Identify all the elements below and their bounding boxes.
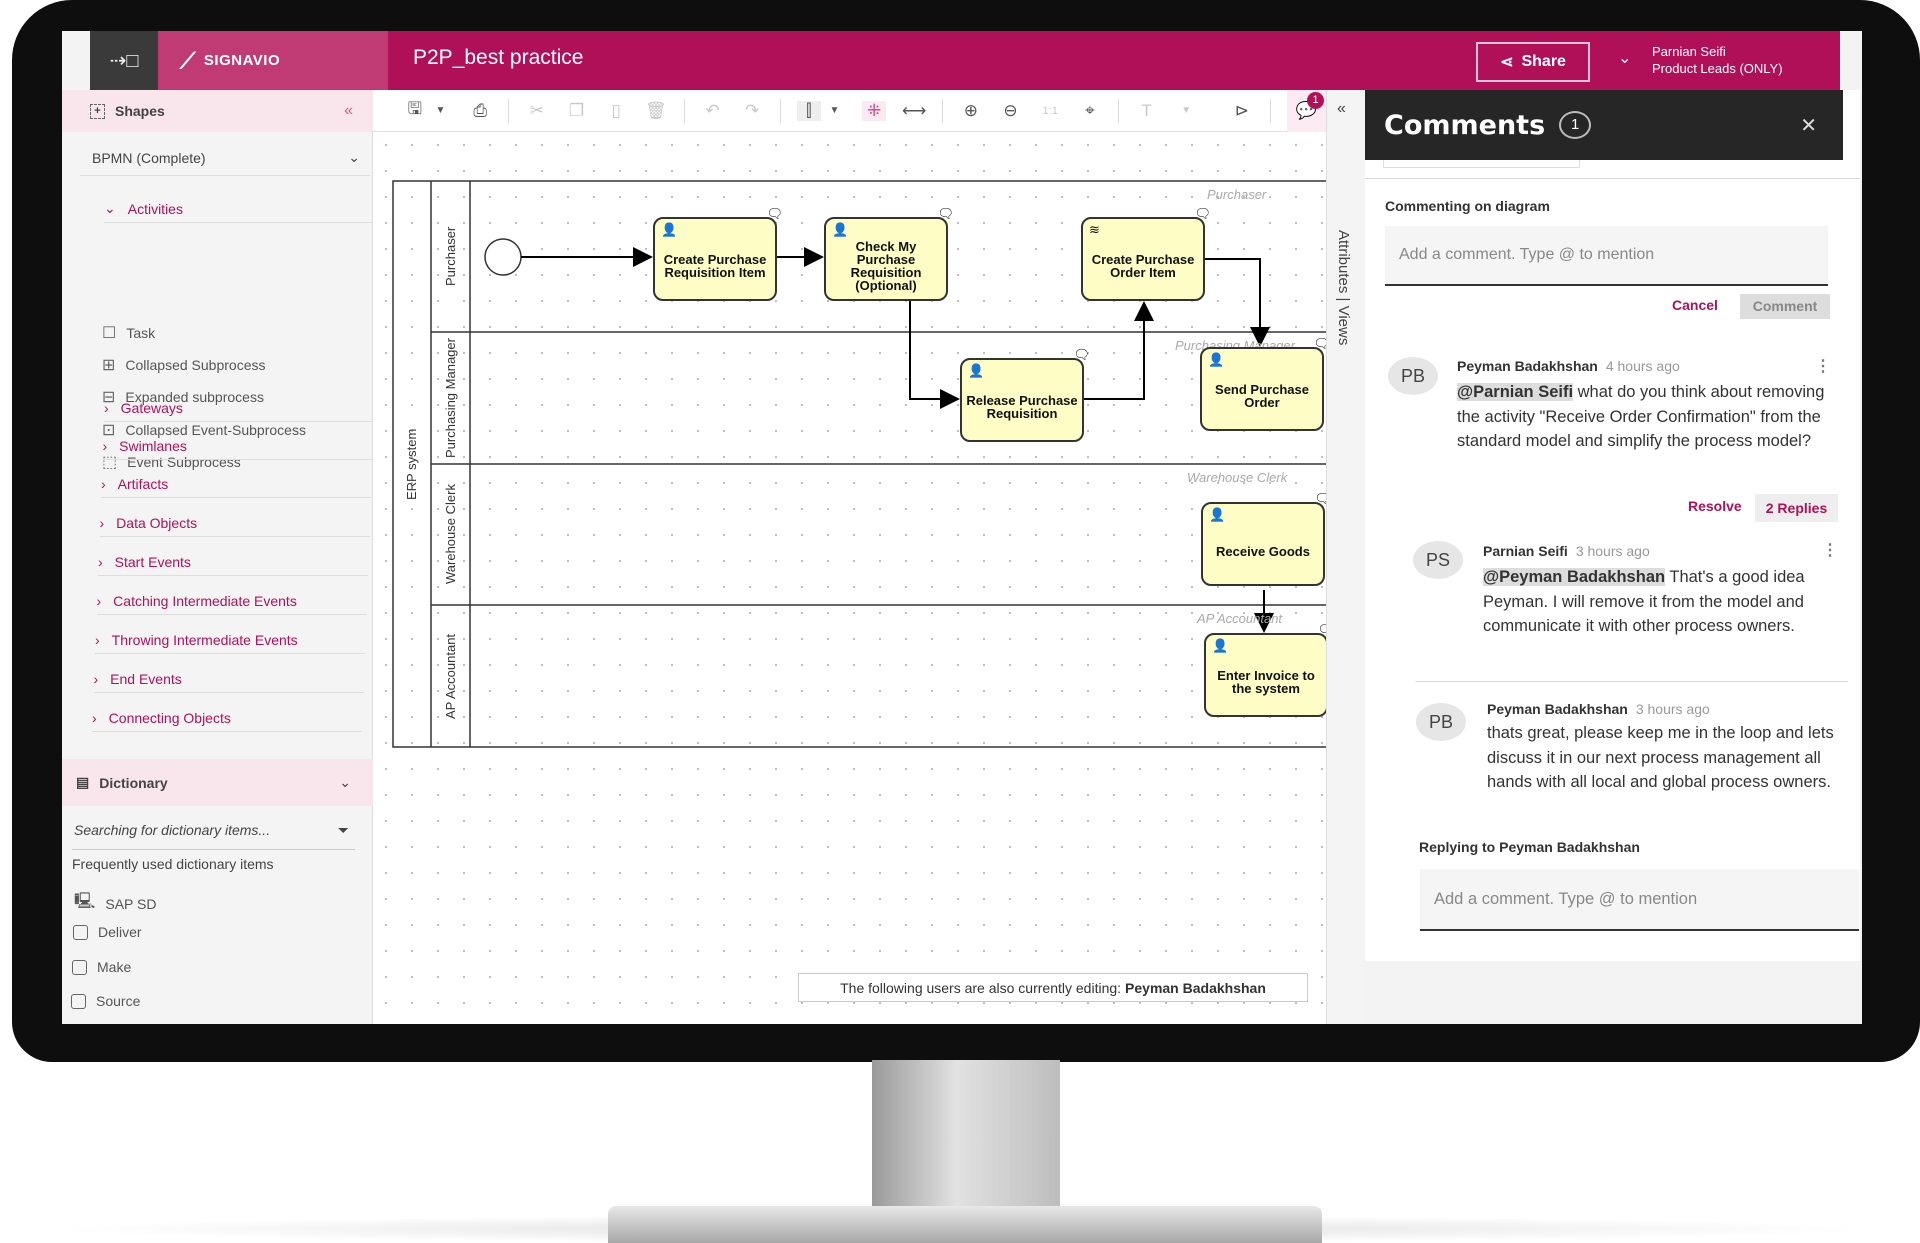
comment-time: 4 hours ago — [1605, 358, 1680, 374]
close-icon[interactable]: ✕ — [1800, 113, 1817, 138]
user-task-icon: 👤 — [832, 222, 849, 237]
lane-label: Purchaser — [443, 226, 458, 287]
comment-author: Parnian Seifi 3 hours ago — [1483, 543, 1650, 559]
divider — [1365, 178, 1860, 179]
task[interactable]: 👤 Receive Goods 🗨 — [1201, 492, 1331, 586]
comments-header: Comments 1 ✕ — [1365, 90, 1843, 160]
lane-label: AP Accountant — [443, 633, 458, 719]
comment-author: Peyman Badakhshan 4 hours ago — [1457, 358, 1680, 374]
user-task-icon: 👤 — [1208, 352, 1225, 367]
task[interactable]: 👤 Send Purchase Order 🗨 — [1200, 337, 1330, 431]
user-task-icon: 👤 — [968, 363, 985, 378]
tab-remnant — [1383, 160, 1580, 168]
replies-button[interactable]: 2 Replies — [1755, 494, 1838, 522]
divider — [1415, 681, 1848, 682]
user-task-icon: 👤 — [1212, 638, 1229, 653]
comments-count-badge: 1 — [1559, 111, 1592, 139]
lane-label: Warehouse Clerk — [443, 484, 458, 585]
avatar: PB — [1416, 703, 1466, 741]
resolve-button[interactable]: Resolve — [1688, 498, 1742, 514]
sequence-flow — [1084, 301, 1154, 400]
comment-button[interactable]: Comment — [1740, 294, 1830, 319]
comments-title: Comments — [1384, 109, 1546, 141]
comments-panel — [1365, 90, 1860, 961]
task[interactable]: 👤 Release Purchase Requisition 🗨 — [960, 348, 1090, 442]
replying-to-label: Replying to Peyman Badakhshan — [1419, 839, 1640, 855]
comment-bubble-icon[interactable]: 🗨 — [766, 207, 783, 220]
comment-author: Peyman Badakhshan 3 hours ago — [1487, 701, 1710, 717]
right-panel-tabs: « Attributes | Views — [1326, 90, 1364, 1024]
lane-ghost-label: Purchaser — [1207, 187, 1267, 202]
pool-label: ERP system — [404, 428, 419, 500]
expand-left-icon[interactable]: « — [1337, 100, 1346, 118]
user-task-icon: 👤 — [661, 222, 678, 237]
task[interactable]: 👤 Create Purchase Requisition Item 🗨 — [653, 207, 783, 301]
task[interactable]: ≋ Create Purchase Order Item 🗨 — [1081, 207, 1211, 301]
comment-bubble-icon[interactable]: 🗨 — [1194, 207, 1211, 220]
comment-text: @Parnian Seifi what do you think about r… — [1457, 383, 1825, 450]
avatar: PS — [1413, 541, 1463, 579]
comment-input[interactable]: Add a comment. Type @ to mention — [1385, 226, 1828, 286]
comment-text: thats great, please keep me in the loop … — [1487, 724, 1834, 791]
commenting-on-label: Commenting on diagram — [1385, 198, 1550, 214]
cancel-button[interactable]: Cancel — [1672, 297, 1718, 313]
attributes-views-tab[interactable]: Attributes | Views — [1335, 230, 1352, 345]
comment-bubble-icon[interactable]: 🗨 — [1073, 348, 1090, 361]
user-task-icon: 👤 — [1209, 507, 1226, 522]
more-options-icon[interactable]: ⋮ — [1822, 540, 1838, 560]
avatar: PB — [1388, 357, 1438, 395]
sequence-flow — [909, 301, 960, 409]
lane-ghost-label: Warehouse Clerk — [1187, 470, 1288, 485]
comment-text: @Peyman Badakhshan That's a good idea Pe… — [1483, 568, 1805, 635]
co-editing-status: The following users are also currently e… — [798, 973, 1308, 1002]
reply-input[interactable]: Add a comment. Type @ to mention — [1420, 869, 1859, 931]
comment-bubble-icon[interactable]: 🗨 — [937, 207, 954, 220]
task[interactable]: 👤Enter Invoice to the system🗨 — [1204, 623, 1334, 717]
start-event[interactable] — [484, 238, 522, 276]
lane-ghost-label: AP Accountant — [1197, 611, 1283, 626]
script-icon: ≋ — [1089, 222, 1100, 237]
task[interactable]: 👤 Check My Purchase Requisition (Optional… — [824, 207, 954, 301]
comment-time: 3 hours ago — [1635, 701, 1710, 717]
more-options-icon[interactable]: ⋮ — [1815, 356, 1831, 376]
lane-label: Purchasing Manager — [443, 338, 458, 458]
comment-time: 3 hours ago — [1575, 543, 1650, 559]
